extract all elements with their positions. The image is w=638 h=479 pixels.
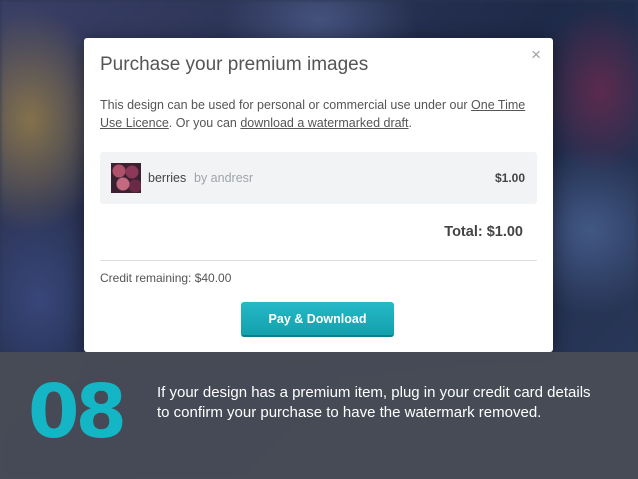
close-icon[interactable]: × (531, 46, 541, 63)
watermarked-draft-link[interactable]: download a watermarked draft (240, 116, 408, 130)
description-prefix: This design can be used for personal or … (100, 98, 472, 112)
cart-item-row: berries by andresr $1.00 (100, 152, 537, 204)
step-description: If your design has a premium item, plug … (157, 384, 591, 421)
pay-download-button[interactable]: Pay & Download (241, 302, 394, 337)
item-thumbnail (111, 163, 141, 193)
credit-remaining: Credit remaining: $40.00 (100, 271, 232, 285)
item-price: $1.00 (494, 171, 525, 185)
divider (100, 260, 537, 261)
purchase-modal: × Purchase your premium images This desi… (84, 38, 553, 352)
order-total: Total: $1.00 (444, 224, 523, 240)
description-mid: . Or you can (168, 116, 241, 130)
item-name: berries (148, 171, 187, 185)
step-number: 08 (28, 369, 127, 455)
step-banner: 08 If your design has a premium item, pl… (0, 352, 638, 479)
description-suffix: . (408, 116, 412, 130)
licence-description: This design can be used for personal or … (100, 96, 540, 132)
item-author: by andresr (194, 171, 254, 185)
modal-title: Purchase your premium images (100, 54, 369, 75)
